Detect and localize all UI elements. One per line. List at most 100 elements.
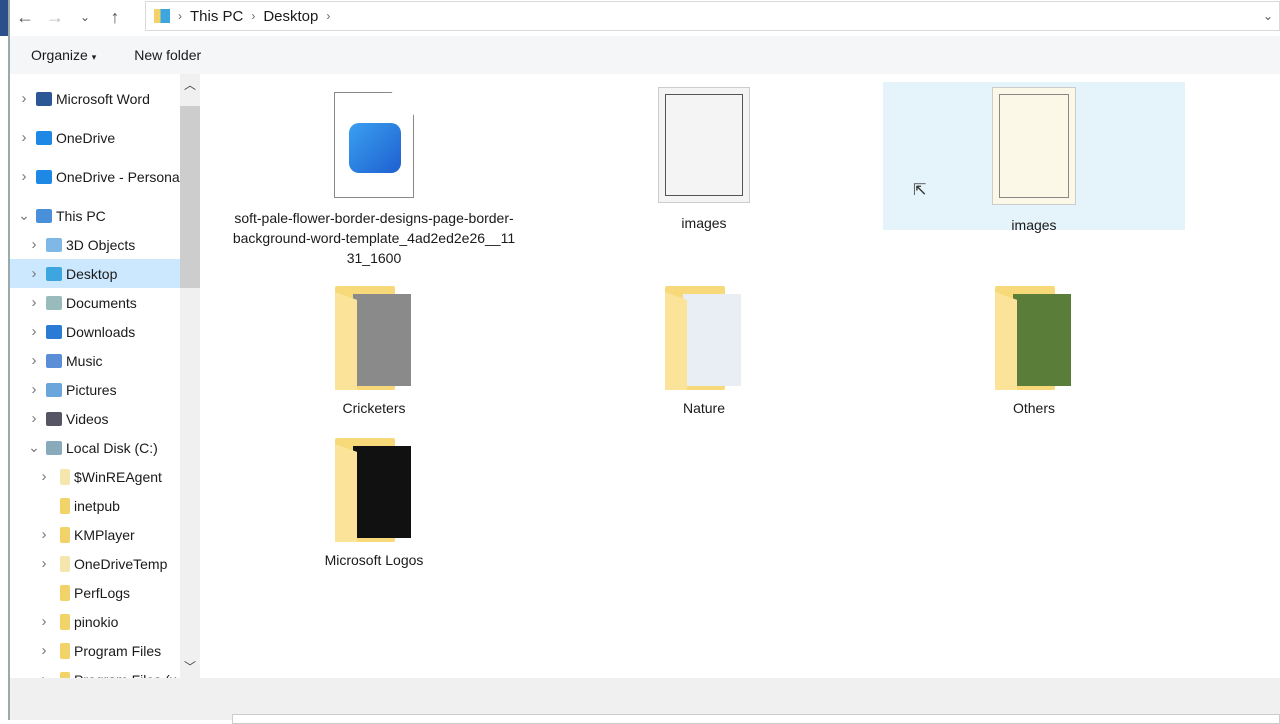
nav-item-label: OneDriveTemp	[74, 555, 168, 572]
folder-icon	[335, 286, 413, 390]
folder-item[interactable]: Nature	[553, 286, 855, 418]
chevron-right-icon[interactable]: ›	[18, 129, 30, 146]
chevron-right-icon[interactable]: ›	[28, 236, 40, 253]
location-icon	[46, 295, 62, 310]
chevron-right-icon[interactable]: ›	[38, 555, 50, 572]
nav-item[interactable]: › Desktop	[10, 259, 180, 288]
chevron-right-icon[interactable]: ›	[38, 671, 50, 678]
location-icon	[46, 382, 62, 397]
image-file-icon	[334, 92, 414, 198]
location-icon	[36, 130, 52, 145]
nav-item-label: PerfLogs	[74, 584, 131, 601]
nav-item-label: OneDrive - Persona	[56, 168, 180, 185]
file-view: soft-pale-flower-border-designs-page-bor…	[200, 74, 1280, 678]
nav-item-label: Microsoft Word	[56, 90, 150, 107]
nav-item[interactable]: › KMPlayer	[10, 520, 180, 549]
up-button[interactable]: ↑	[100, 7, 130, 28]
nav-item-label: Desktop	[66, 265, 118, 282]
nav-item-label: Program Files	[74, 642, 162, 659]
address-row: ← → ⌄ ↑ › This PC › Desktop › ⌄	[10, 0, 1280, 34]
nav-item-label: Music	[66, 352, 103, 369]
nav-item[interactable]: › 3D Objects	[10, 230, 180, 259]
chevron-right-icon[interactable]: ›	[326, 9, 330, 23]
nav-item[interactable]: › $WinREAgent	[10, 462, 180, 491]
folder-icon	[60, 642, 70, 659]
chevron-right-icon[interactable]: ›	[38, 642, 50, 659]
folder-icon	[60, 584, 70, 601]
nav-item[interactable]: PerfLogs	[10, 578, 180, 607]
location-icon	[36, 91, 52, 106]
nav-item[interactable]: › Microsoft Word	[10, 84, 180, 113]
chevron-right-icon[interactable]: ›	[38, 468, 50, 485]
nav-item[interactable]: ⌄ This PC	[10, 201, 180, 230]
file-name-input[interactable]	[232, 714, 1280, 724]
file-item[interactable]: soft-pale-flower-border-designs-page-bor…	[223, 82, 525, 266]
chevron-right-icon[interactable]: ›	[28, 294, 40, 311]
location-icon	[46, 440, 62, 455]
folder-icon	[60, 555, 70, 572]
chevron-right-icon[interactable]: ›	[28, 381, 40, 398]
recent-locations-button[interactable]: ⌄	[70, 10, 100, 24]
chevron-right-icon: ›	[251, 9, 256, 23]
chevron-right-icon[interactable]: ›	[28, 352, 40, 369]
folder-icon	[665, 286, 743, 390]
item-label: Nature	[682, 400, 726, 416]
nav-item[interactable]: › Videos	[10, 404, 180, 433]
file-item[interactable]: images	[883, 82, 1185, 233]
file-item[interactable]: images	[553, 82, 855, 231]
chevron-down-icon[interactable]: ⌄	[28, 439, 40, 456]
nav-item[interactable]: ›Program Files (x	[10, 665, 180, 678]
nav-item[interactable]: › pinokio	[10, 607, 180, 636]
item-label: Others	[1012, 400, 1055, 416]
breadcrumb-this-pc[interactable]: This PC	[190, 8, 243, 25]
nav-scrollbar-thumb[interactable]	[180, 106, 200, 288]
folder-icon	[995, 286, 1073, 390]
nav-item[interactable]: › Program Files	[10, 636, 180, 665]
mouse-cursor-icon: ⇱	[913, 182, 927, 199]
nav-item[interactable]: › OneDrive	[10, 123, 180, 152]
nav-item-label: inetpub	[74, 497, 120, 514]
chevron-right-icon[interactable]: ›	[18, 168, 30, 185]
scroll-down-icon[interactable]: ﹀	[180, 658, 200, 675]
chevron-right-icon[interactable]: ›	[38, 613, 50, 630]
address-dropdown-icon[interactable]: ⌄	[1263, 9, 1273, 23]
scroll-up-icon[interactable]: ︿	[180, 76, 200, 93]
forward-button[interactable]: →	[40, 7, 70, 28]
chevron-down-icon[interactable]: ⌄	[18, 207, 30, 224]
organize-label: Organize	[31, 47, 88, 63]
location-icon	[36, 169, 52, 184]
nav-item[interactable]: › Pictures	[10, 375, 180, 404]
back-button[interactable]: ←	[10, 7, 40, 28]
nav-item[interactable]: › Downloads	[10, 317, 180, 346]
chevron-right-icon[interactable]: ›	[28, 323, 40, 340]
nav-item[interactable]: › Music	[10, 346, 180, 375]
nav-item[interactable]: › OneDriveTemp	[10, 549, 180, 578]
nav-item[interactable]: inetpub	[10, 491, 180, 520]
nav-item[interactable]: ⌄ Local Disk (C:)	[10, 433, 180, 462]
location-icon	[46, 353, 62, 368]
new-folder-button[interactable]: New folder	[134, 47, 201, 63]
command-bar: Organize ▾ New folder	[10, 36, 1280, 74]
item-label: soft-pale-flower-border-designs-page-bor…	[232, 210, 516, 266]
chevron-right-icon[interactable]: ›	[18, 90, 30, 107]
address-bar[interactable]: › This PC › Desktop › ⌄	[145, 1, 1280, 31]
nav-item-label: 3D Objects	[66, 236, 136, 253]
organize-button[interactable]: Organize ▾	[31, 47, 96, 63]
item-label: Microsoft Logos	[324, 552, 424, 568]
nav-item-label: Downloads	[66, 323, 136, 340]
chevron-right-icon[interactable]: ›	[28, 410, 40, 427]
folder-item[interactable]: Cricketers	[223, 286, 525, 418]
breadcrumb-desktop[interactable]: Desktop	[263, 8, 318, 25]
chevron-right-icon[interactable]: ›	[28, 265, 40, 282]
location-icon	[46, 324, 62, 339]
item-label: Cricketers	[342, 400, 406, 416]
nav-item[interactable]: › OneDrive - Persona	[10, 162, 180, 191]
chevron-right-icon[interactable]: ›	[38, 526, 50, 543]
folder-item[interactable]: Microsoft Logos	[223, 438, 525, 570]
nav-item[interactable]: › Documents	[10, 288, 180, 317]
folder-item[interactable]: Others	[883, 286, 1185, 418]
nav-item-label: This PC	[56, 207, 106, 224]
nav-item-label: pinokio	[74, 613, 119, 630]
desktop-folder-icon	[154, 9, 170, 23]
chevron-right-icon: ›	[178, 9, 182, 23]
